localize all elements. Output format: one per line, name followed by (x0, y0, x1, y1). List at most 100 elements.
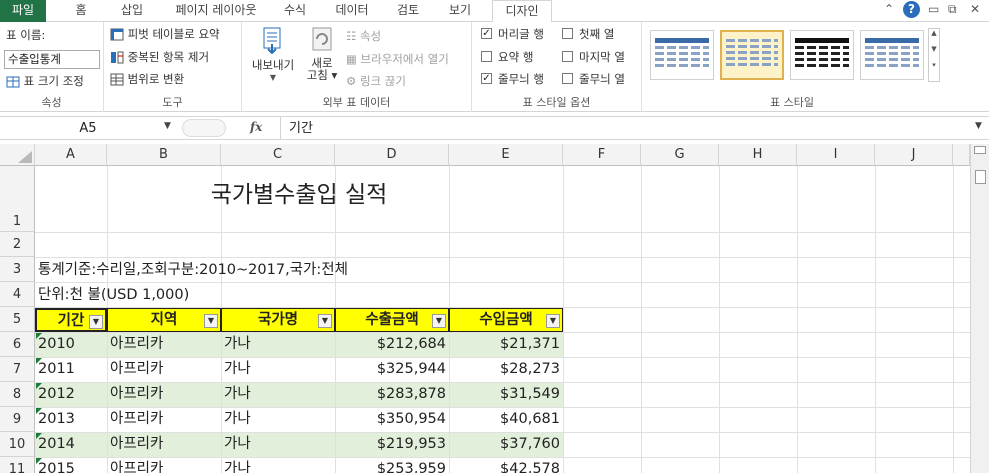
column-header-i[interactable]: I (797, 144, 875, 166)
cell-country[interactable]: 가나 (221, 407, 254, 431)
tab-review[interactable]: 검토 (390, 0, 426, 22)
row-header-3[interactable]: 3 (0, 257, 35, 282)
cell-export[interactable]: $350,954 (335, 407, 449, 431)
resize-table-button[interactable]: 표 크기 조정 (6, 73, 84, 89)
cell-import[interactable]: $28,273 (449, 357, 563, 381)
formula-input[interactable]: 기간 (280, 117, 970, 140)
open-in-browser-button[interactable]: ▦ 브라우저에서 열기 (346, 51, 449, 67)
filter-dropdown-icon[interactable]: ▼ (546, 314, 560, 328)
cell-import[interactable]: $21,371 (449, 332, 563, 356)
table-style-thumb[interactable] (650, 30, 714, 80)
cell-region[interactable]: 아프리카 (107, 357, 166, 381)
styles-up-icon[interactable]: ▲ (929, 29, 939, 37)
scrollbar-thumb[interactable] (975, 170, 986, 184)
cell-country[interactable]: 가나 (221, 357, 254, 381)
column-header-j[interactable]: J (875, 144, 953, 166)
cell-region[interactable]: 아프리카 (107, 382, 166, 406)
row-header-8[interactable]: 8 (0, 382, 35, 407)
styles-down-icon[interactable]: ▼ (929, 45, 939, 53)
tab-formulas[interactable]: 수식 (277, 0, 313, 22)
tab-data[interactable]: 데이터 (328, 0, 376, 22)
styles-scroll[interactable]: ▲ ▼ ▾ (928, 28, 940, 82)
header-cell-export[interactable]: 수출금액 ▼ (335, 308, 449, 332)
cell-country[interactable]: 가나 (221, 332, 254, 356)
row-header-4[interactable]: 4 (0, 282, 35, 307)
banded-columns-checkbox[interactable] (562, 73, 573, 84)
minimize-icon[interactable]: ▭ (928, 2, 939, 16)
column-header-c[interactable]: C (221, 144, 335, 166)
cell-period[interactable]: 2015 (35, 457, 78, 473)
cell-export[interactable]: $325,944 (335, 357, 449, 381)
tab-page-layout[interactable]: 페이지 레이아웃 (166, 0, 266, 22)
cell-import[interactable]: $37,760 (449, 432, 563, 456)
cell-country[interactable]: 가나 (221, 457, 254, 473)
row-header-9[interactable]: 9 (0, 407, 35, 432)
table-name-input[interactable]: 수출입통계 (4, 50, 100, 69)
insert-function-icon[interactable]: fx (250, 120, 262, 134)
remove-duplicates-button[interactable]: 중복된 항목 제거 (110, 49, 209, 65)
first-column-checkbox[interactable] (562, 28, 573, 39)
row-header-5[interactable]: 5 (0, 307, 35, 332)
header-cell-region[interactable]: 지역 ▼ (107, 308, 221, 332)
tab-insert[interactable]: 삽입 (112, 0, 152, 22)
cell-region[interactable]: 아프리카 (107, 457, 166, 473)
tab-file[interactable]: 파일 (0, 0, 46, 22)
cell-period[interactable]: 2014 (35, 432, 78, 456)
convert-to-range-button[interactable]: 범위로 변환 (110, 71, 184, 87)
row-header-1[interactable]: 1 (0, 166, 35, 232)
help-icon[interactable]: ? (903, 1, 920, 18)
summarize-pivot-button[interactable]: 피벗 테이블로 요약 (110, 26, 220, 42)
split-box[interactable] (974, 146, 986, 154)
cell-period[interactable]: 2011 (35, 357, 78, 381)
unit-cell[interactable]: 단위:천 불(USD 1,000) (35, 283, 192, 307)
header-cell-import[interactable]: 수입금액 ▼ (449, 308, 563, 332)
external-properties-button[interactable]: ☷ 속성 (346, 28, 381, 44)
column-header-b[interactable]: B (107, 144, 221, 166)
column-header-d[interactable]: D (335, 144, 449, 166)
collapse-ribbon-icon[interactable]: ⌃ (884, 2, 894, 16)
row-header-10[interactable]: 10 (0, 432, 35, 457)
cell-export[interactable]: $283,878 (335, 382, 449, 406)
sheet-title[interactable]: 국가별수출입 실적 (35, 180, 563, 210)
worksheet[interactable]: A B C D E F G H I J 1 2 3 4 5 6 7 8 9 10… (0, 144, 989, 473)
cell-period[interactable]: 2010 (35, 332, 78, 356)
cell-country[interactable]: 가나 (221, 432, 254, 456)
last-column-checkbox[interactable] (562, 51, 573, 62)
cell-region[interactable]: 아프리카 (107, 432, 166, 456)
name-box[interactable]: A5 (2, 119, 174, 139)
column-header-f[interactable]: F (563, 144, 641, 166)
criteria-cell[interactable]: 통계기준:수리일,조회구분:2010~2017,국가:전체 (35, 258, 351, 282)
tab-design[interactable]: 디자인 (492, 0, 552, 23)
column-header-k[interactable] (953, 144, 970, 166)
cell-region[interactable]: 아프리카 (107, 332, 166, 356)
header-cell-period[interactable]: 기간 ▼ (35, 308, 107, 332)
row-header-6[interactable]: 6 (0, 332, 35, 357)
column-header-a[interactable]: A (35, 144, 107, 166)
filter-dropdown-icon[interactable]: ▼ (204, 314, 218, 328)
tab-home[interactable]: 홈 (66, 0, 96, 22)
expand-formula-icon[interactable]: ▼ (975, 121, 982, 131)
cell-region[interactable]: 아프리카 (107, 407, 166, 431)
tab-view[interactable]: 보기 (442, 0, 478, 22)
column-header-h[interactable]: H (719, 144, 797, 166)
table-style-thumb-selected[interactable] (720, 30, 784, 80)
filter-dropdown-icon[interactable]: ▼ (89, 315, 103, 329)
refresh-button[interactable]: 새로 고침 ▾ (302, 26, 342, 81)
unlink-button[interactable]: ⚙ 링크 끊기 (346, 73, 406, 89)
select-all-corner[interactable] (0, 144, 35, 166)
banded-rows-checkbox[interactable]: ✓ (481, 73, 492, 84)
formula-bar-handle[interactable] (182, 119, 226, 137)
total-row-checkbox[interactable] (481, 51, 492, 62)
cell-export[interactable]: $253,959 (335, 457, 449, 473)
name-box-dropdown-icon[interactable]: ▼ (164, 121, 171, 131)
restore-icon[interactable]: ⧉ (948, 2, 957, 17)
table-style-thumb[interactable] (790, 30, 854, 80)
cell-import[interactable]: $40,681 (449, 407, 563, 431)
filter-dropdown-icon[interactable]: ▼ (432, 314, 446, 328)
row-header-11[interactable]: 11 (0, 457, 35, 473)
close-icon[interactable]: ✕ (970, 2, 980, 16)
column-header-g[interactable]: G (641, 144, 719, 166)
filter-dropdown-icon[interactable]: ▼ (318, 314, 332, 328)
header-row-checkbox[interactable]: ✓ (481, 28, 492, 39)
vertical-scrollbar[interactable] (970, 144, 989, 473)
